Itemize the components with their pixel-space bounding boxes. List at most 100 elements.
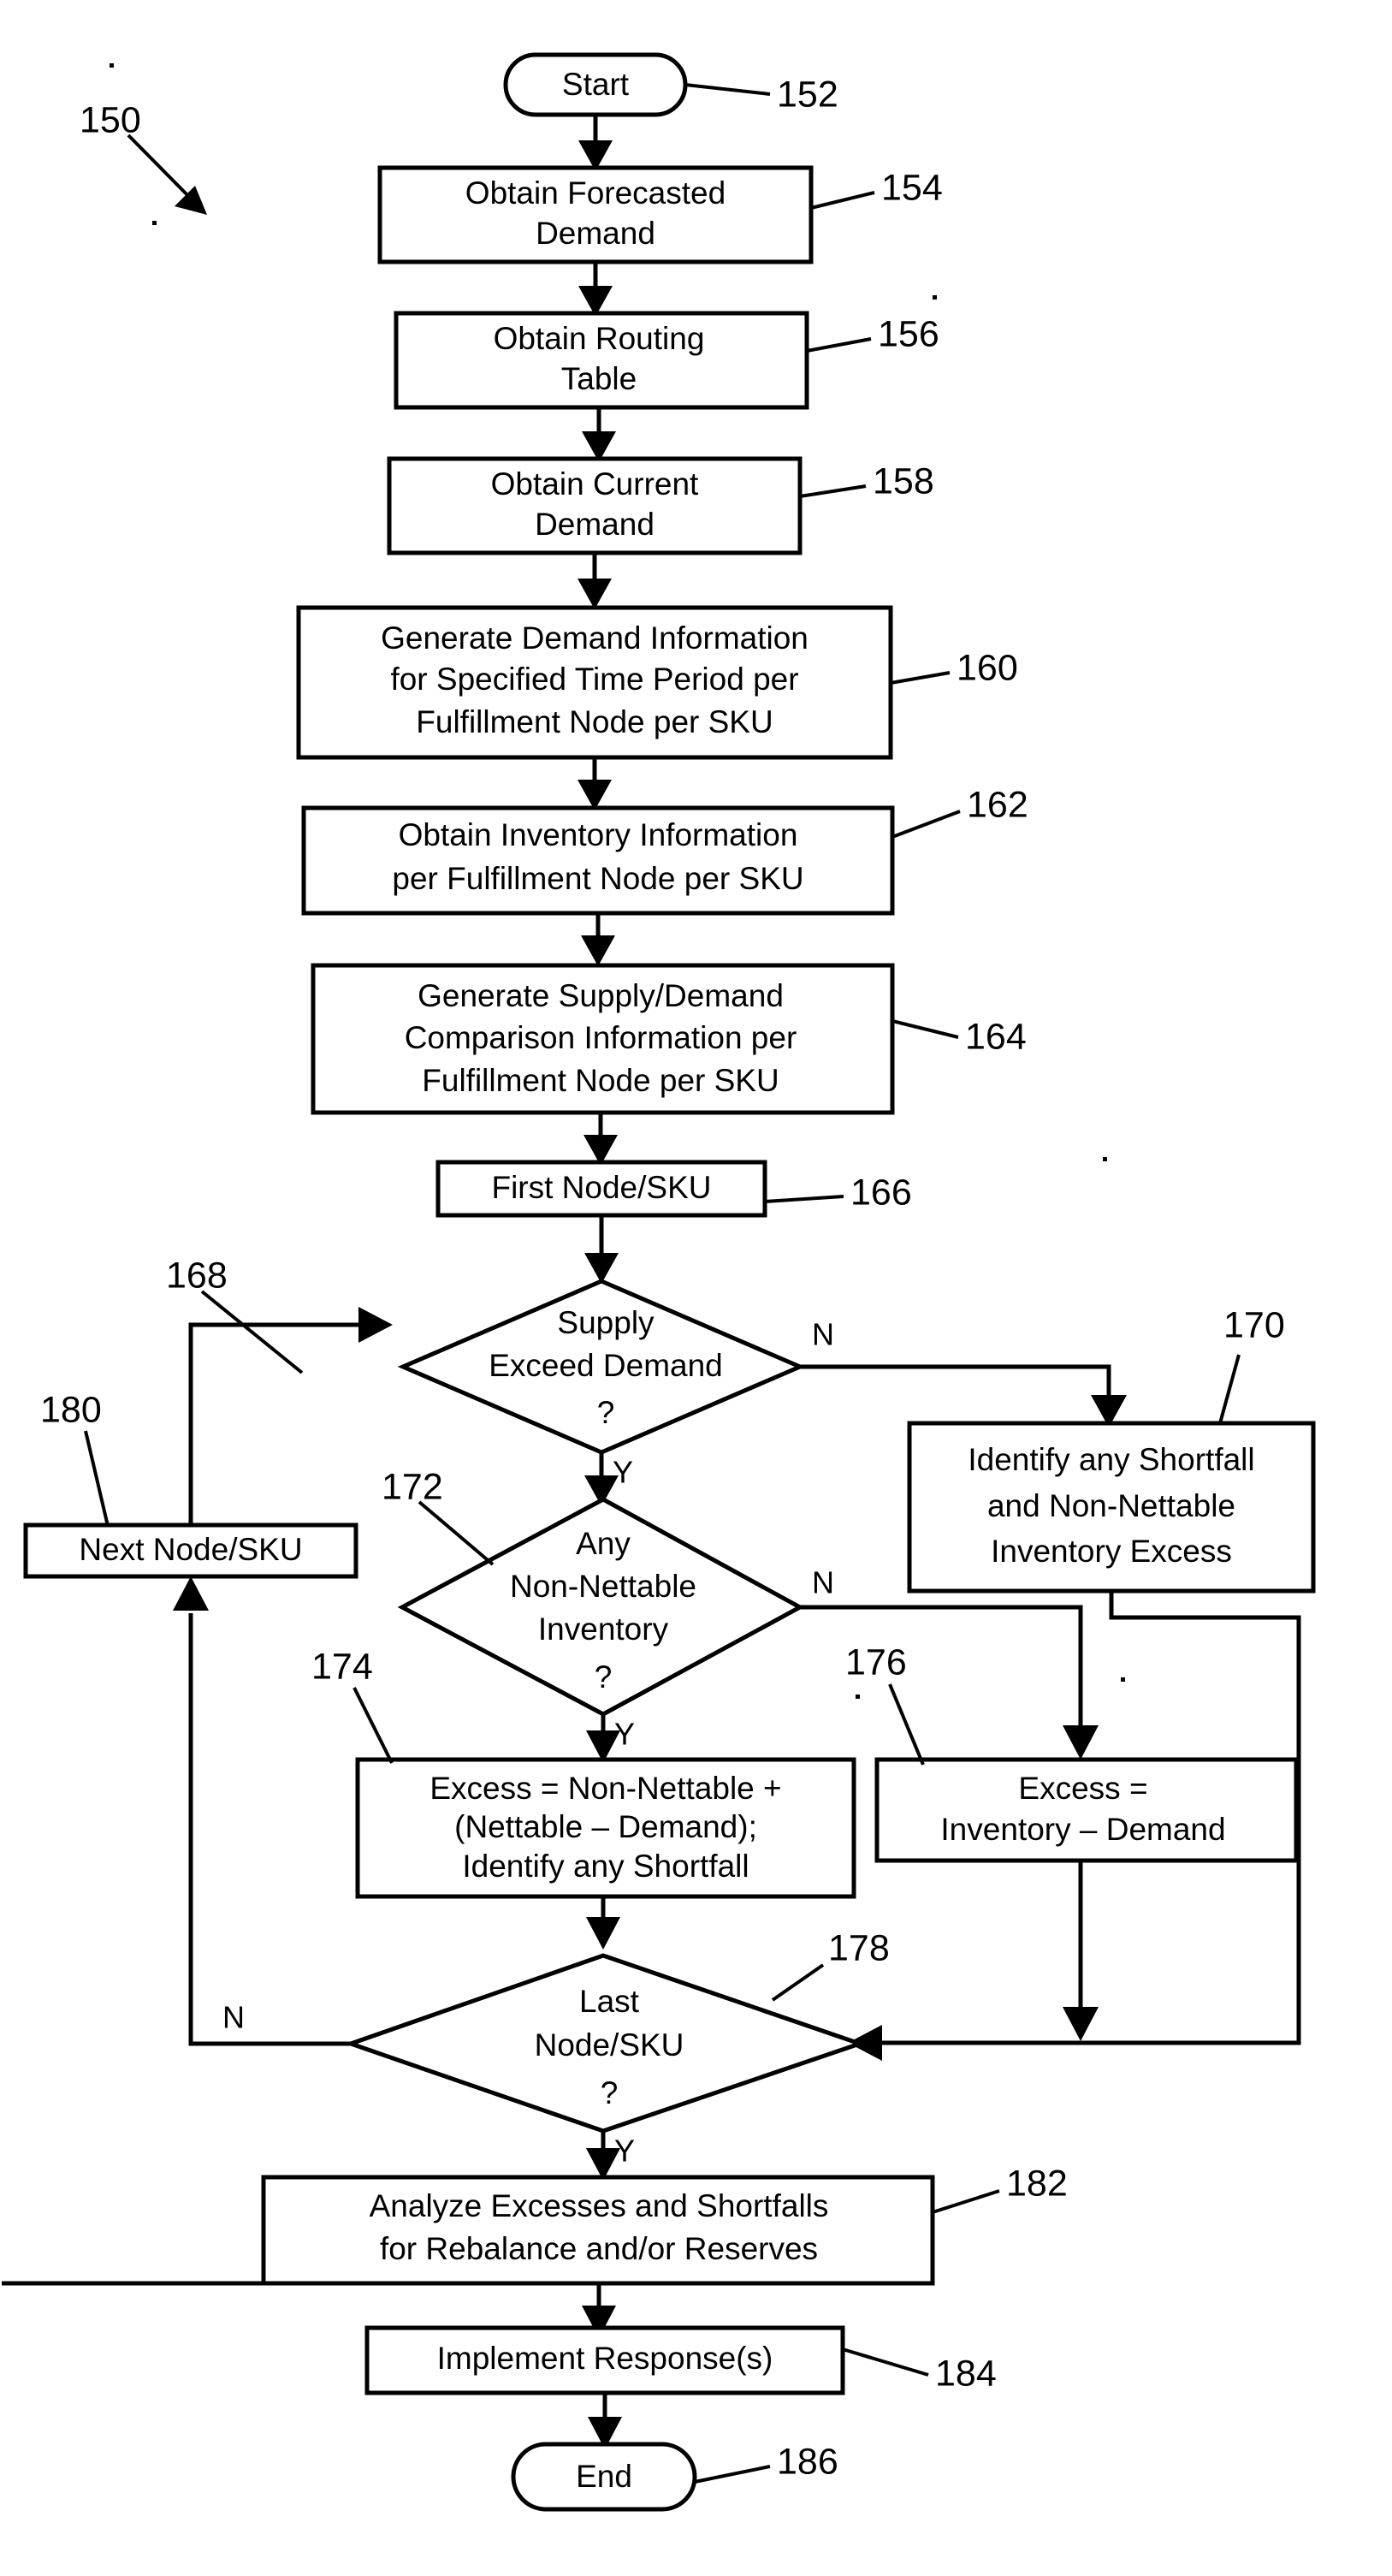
ref-num-166: 166: [850, 1172, 912, 1213]
scan-speck: [110, 63, 114, 68]
connector-152-154: [578, 115, 613, 171]
connector-154-156: [578, 262, 613, 317]
node-end-186: End 186: [511, 2441, 838, 2512]
process-156-line-2: Table: [561, 361, 637, 396]
connector-180-168: [188, 1307, 393, 1525]
ref-num-168: 168: [166, 1255, 228, 1296]
node-decision-168: Supply Exceed Demand ? 168: [166, 1255, 806, 1455]
node-process-166: First Node/SKU 166: [435, 1160, 912, 1218]
decision-172-line-2: Non-Nettable: [510, 1569, 696, 1604]
leader-162: [891, 810, 961, 839]
process-170-line-2: and Non-Nettable: [987, 1488, 1235, 1523]
leader-176: [888, 1683, 925, 1766]
node-decision-178: Last Node/SKU ? 178: [344, 1927, 890, 2134]
leader-158: [799, 484, 867, 498]
connector-158-160: [578, 553, 612, 609]
connector-162-164: [581, 913, 615, 966]
process-184-line-1: Implement Response(s): [437, 2341, 773, 2376]
ref-num-156: 156: [878, 313, 939, 354]
decision-172-line-3: Inventory: [538, 1611, 669, 1647]
connector-166-168: [584, 1215, 619, 1284]
decision-172-line-1: Any: [576, 1526, 631, 1561]
leader-184: [842, 2347, 929, 2377]
flowchart-canvas: 150 Start 152 Obtain Forecasted Demand 1…: [2, 52, 1316, 2512]
decision-172-line-4: ?: [595, 1659, 613, 1695]
connector-184-186: [588, 2393, 622, 2449]
ref-num-174: 174: [311, 1646, 373, 1687]
arrowhead-into-168-left: [358, 1307, 393, 1343]
leader-178: [771, 1963, 825, 2002]
node-process-164: Generate Supply/Demand Comparison Inform…: [311, 963, 1027, 1115]
branch-172-yes: Y: [586, 1714, 635, 1763]
scan-speck: [856, 1695, 860, 1699]
ref-num-186: 186: [777, 2441, 838, 2482]
scan-speck: [1103, 1157, 1107, 1161]
ref-num-164: 164: [965, 1016, 1027, 1057]
leader-164: [891, 1019, 959, 1039]
ref-num-182: 182: [1006, 2163, 1068, 2204]
figure-leader-arrowhead: [175, 186, 207, 215]
scan-speck: [1121, 1677, 1125, 1682]
branch-label-178-no: N: [222, 2000, 245, 2035]
decision-168-line-2: Exceed Demand: [489, 1348, 723, 1383]
process-180-line-1: Next Node/SKU: [79, 1532, 302, 1567]
decision-168-line-1: Supply: [557, 1305, 655, 1340]
process-176-line-2: Inventory – Demand: [940, 1812, 1225, 1847]
ref-num-184: 184: [935, 2353, 997, 2394]
process-174-line-1: Excess = Non-Nettable +: [429, 1771, 781, 1806]
connector-174-178: [586, 1896, 620, 1950]
process-166-line-1: First Node/SKU: [491, 1170, 711, 1205]
scan-speck: [152, 221, 157, 225]
ref-num-150: 150: [80, 99, 141, 140]
ref-num-176: 176: [845, 1641, 907, 1683]
ref-num-154: 154: [881, 167, 943, 208]
decision-178-line-3: ?: [601, 2075, 619, 2110]
decision-178-line-2: Node/SKU: [535, 2027, 684, 2063]
figure-leader-line: [127, 134, 197, 205]
leader-182: [932, 2189, 1000, 2214]
branch-168-yes: Y: [584, 1452, 633, 1506]
scan-speck: [933, 295, 937, 300]
arrowhead-into-180-bottom: [173, 1576, 209, 1611]
branch-178-yes: Y: [586, 2131, 635, 2181]
leader-166: [764, 1195, 844, 1203]
node-process-176: Excess = Inventory – Demand 176: [845, 1641, 1299, 1863]
connector-164-166: [583, 1113, 618, 1166]
node-process-158: Obtain Current Demand 158: [387, 456, 934, 555]
branch-label-168-no: N: [812, 1317, 834, 1352]
end-label: End: [576, 2459, 632, 2494]
ref-num-152: 152: [777, 74, 838, 115]
branch-168-no: N: [800, 1317, 1127, 1427]
node-process-170: Identify any Shortfall and Non-Nettable …: [907, 1304, 1316, 1594]
process-160-line-2: for Specified Time Period per: [390, 662, 798, 697]
process-164-line-1: Generate Supply/Demand: [418, 978, 784, 1013]
process-158-line-1: Obtain Current: [491, 466, 699, 502]
ref-num-158: 158: [873, 460, 934, 502]
leader-160: [890, 671, 951, 685]
process-162-line-2: per Fulfillment Node per SKU: [392, 861, 803, 896]
ref-num-172: 172: [382, 1466, 443, 1507]
process-182-line-1: Analyze Excesses and Shortfalls: [370, 2188, 829, 2223]
leader-174: [352, 1687, 394, 1764]
process-154-line-1: Obtain Forecasted: [465, 175, 726, 211]
process-174-line-3: Identify any Shortfall: [462, 1849, 749, 1884]
node-process-160: Generate Demand Information for Specifie…: [296, 605, 1018, 760]
leader-170: [1218, 1354, 1241, 1424]
process-174-line-2: (Nettable – Demand);: [454, 1809, 757, 1844]
node-process-156: Obtain Routing Table 156: [394, 311, 939, 410]
node-decision-172: Any Non-Nettable Inventory ? 172: [382, 1466, 805, 1717]
process-162-line-1: Obtain Inventory Information: [399, 817, 798, 852]
ref-num-160: 160: [957, 647, 1018, 688]
decision-168-line-3: ?: [597, 1395, 615, 1430]
node-process-154: Obtain Forecasted Demand 154: [377, 165, 943, 264]
node-process-182: Analyze Excesses and Shortfalls for Reba…: [261, 2163, 1068, 2286]
process-154-line-2: Demand: [536, 216, 655, 251]
figure-reference-150: 150: [80, 99, 207, 215]
process-182-line-2: for Rebalance and/or Reserves: [380, 2231, 818, 2266]
connector-176-178: [1063, 1861, 1099, 2041]
process-164-line-3: Fulfillment Node per SKU: [422, 1063, 779, 1098]
process-176-line-1: Excess =: [1018, 1771, 1147, 1806]
leader-172: [418, 1500, 495, 1566]
leader-186: [694, 2465, 771, 2484]
leader-168: [200, 1290, 304, 1374]
